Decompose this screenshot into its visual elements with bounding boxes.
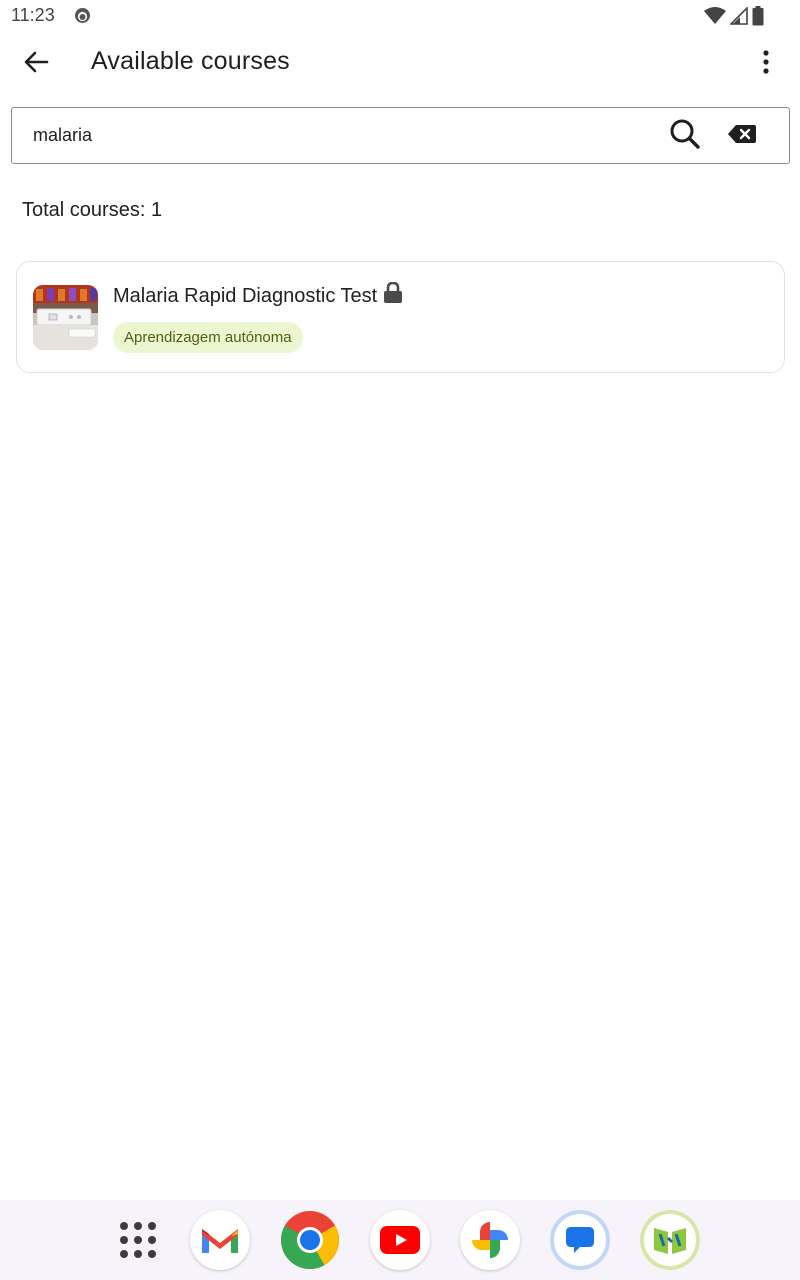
status-indicators [704,6,764,31]
gmail-icon[interactable] [190,1210,250,1270]
reader-app-icon[interactable] [640,1210,700,1270]
course-card[interactable]: Malaria Rapid Diagnostic Test Aprendizag… [16,261,785,373]
page-title: Available courses [91,47,290,75]
total-courses-label: Total courses: 1 [22,199,163,221]
status-time: 11:23 [11,5,55,25]
chrome-icon[interactable] [280,1210,340,1270]
app-bar: Available courses [0,32,800,96]
youtube-icon[interactable] [370,1210,430,1270]
course-thumbnail [33,285,98,350]
photos-icon[interactable] [460,1210,520,1270]
battery-icon [752,6,764,31]
signal-icon [729,6,748,30]
search-button[interactable] [667,118,703,154]
status-bar: 11:23 [0,0,800,32]
backspace-icon [727,124,757,149]
back-button[interactable] [16,44,56,84]
course-title-row: Malaria Rapid Diagnostic Test [113,281,403,310]
search-icon [669,118,701,155]
course-title: Malaria Rapid Diagnostic Test [113,284,378,307]
more-vert-icon [762,49,770,79]
app-drawer-icon[interactable] [108,1210,168,1270]
notification-face-icon [74,7,91,24]
messages-icon[interactable] [550,1210,610,1270]
arrow-back-icon [23,49,49,80]
search-input[interactable] [33,108,633,163]
search-box [11,107,790,164]
course-type-badge: Aprendizagem autónoma [113,322,303,353]
clear-search-button[interactable] [724,118,760,154]
more-options-button[interactable] [746,44,786,84]
wifi-icon [704,7,726,30]
app-dock [0,1200,800,1280]
lock-icon [383,281,403,310]
